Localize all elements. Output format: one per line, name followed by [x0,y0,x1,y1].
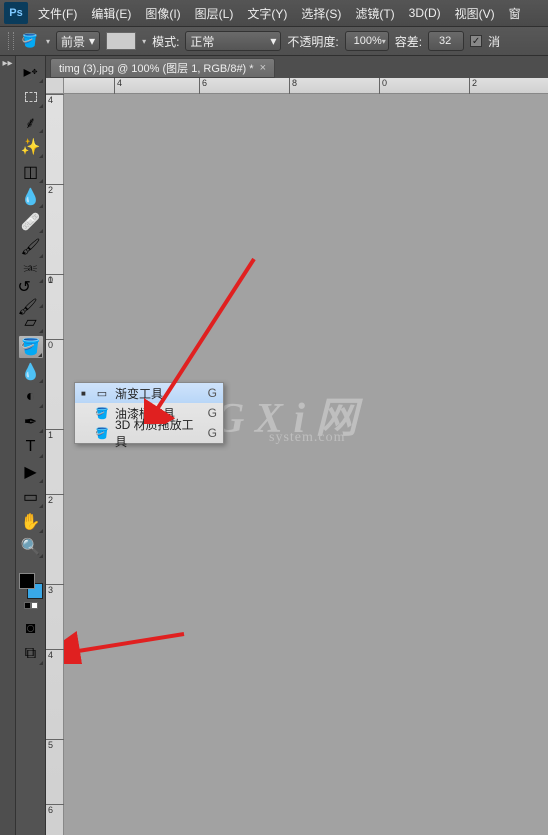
mode-select[interactable]: 正常 ▾ [185,31,281,51]
brush-tool[interactable]: 🖌 [18,235,44,259]
expand-icon[interactable]: ▸▸ [0,56,15,69]
chevron-down-icon: ▾ [382,37,386,46]
antialias-checkbox[interactable]: ✓ [470,35,482,47]
current-tool-icon: 🪣 [20,31,40,51]
tool-preset-dropdown[interactable]: ▾ [46,37,50,46]
menu-bar: Ps 文件(F) 编辑(E) 图像(I) 图层(L) 文字(Y) 选择(S) 滤… [0,0,548,26]
watermark-sub: system.com [269,430,346,446]
foreground-color[interactable] [19,573,35,589]
fill-select[interactable]: 前景 ▾ [56,31,100,51]
move-tool[interactable]: ▸✥ [18,60,44,84]
menu-layer[interactable]: 图层(L) [191,3,238,24]
menu-type[interactable]: 文字(Y) [243,3,291,24]
screen-mode[interactable]: ⧉ [18,642,44,666]
crop-tool[interactable]: ◫ [18,160,44,184]
menu-edit[interactable]: 编辑(E) [87,3,135,24]
options-bar: 🪣 ▾ 前景 ▾ ▾ 模式: 正常 ▾ 不透明度: 100%▾ 容差: 32 ✓… [0,26,548,56]
annotation-arrow [64,624,194,664]
blur-tool[interactable]: 💧 [18,360,44,384]
opacity-label: 不透明度: [287,33,338,50]
drag-handle[interactable] [8,32,14,50]
flyout-label: 渐变工具 [115,385,202,402]
chevron-down-icon: ▾ [270,34,276,48]
healing-brush-tool[interactable]: 🩹 [18,210,44,234]
flyout-shortcut: G [208,406,217,420]
hand-tool[interactable]: ✋ [18,510,44,534]
tab-bar: timg (3).jpg @ 100% (图层 1, RGB/8#) * × [46,56,548,78]
pattern-swatch[interactable] [106,32,136,50]
document-area: timg (3).jpg @ 100% (图层 1, RGB/8#) * × 4… [46,56,548,835]
ruler-horizontal[interactable]: 468024 [64,78,548,94]
menu-filter[interactable]: 滤镜(T) [351,3,398,24]
default-colors[interactable] [24,602,38,609]
gradient-icon: ▭ [95,387,109,400]
menu-select[interactable]: 选择(S) [297,3,345,24]
quick-mask[interactable]: ◙ [18,617,44,641]
active-dot-icon: ■ [81,389,89,398]
ruler-vertical[interactable]: 42010123456 [46,94,64,835]
flyout-shortcut: G [208,426,217,440]
menu-window[interactable]: 窗 [505,3,525,24]
lasso-tool[interactable]: ⸙ [18,110,44,134]
canvas[interactable]: G X i 网 system.com ■ ▭ 渐变工具 G 🪣 油漆桶工具 G [64,94,548,835]
dodge-tool[interactable]: ◐ [18,385,44,409]
chevron-down-icon: ▾ [89,34,95,48]
canvas-wrap: 468024 42010123456 G X i 网 system.com ■ … [46,78,548,835]
rectangle-tool[interactable]: ▭ [18,485,44,509]
mode-label: 模式: [152,33,179,50]
pen-tool[interactable]: ✒ [18,410,44,434]
menu-file[interactable]: 文件(F) [34,3,81,24]
eraser-tool[interactable]: ▱ [18,310,44,334]
panel-strip: ▸▸ [0,56,16,835]
flyout-3d-material[interactable]: 🪣 3D 材质拖放工具 G [75,423,223,443]
history-brush-tool[interactable]: ↺🖌 [18,285,44,309]
type-tool[interactable]: T [18,435,44,459]
workspace: ▸▸ ▸✥ ⸙ ✨ ◫ 💧 🩹 🖌 ⎃ ↺🖌 ▱ 🪣 💧 ◐ ✒ T ▶ ▭ ✋… [0,56,548,835]
mode-value: 正常 [190,33,214,50]
tolerance-label: 容差: [395,33,422,50]
path-select-tool[interactable]: ▶ [18,460,44,484]
tab-title: timg (3).jpg @ 100% (图层 1, RGB/8#) * [59,60,254,76]
marquee-tool[interactable] [18,85,44,109]
app-logo: Ps [4,2,28,24]
tool-flyout: ■ ▭ 渐变工具 G 🪣 油漆桶工具 G 🪣 3D 材质拖放工具 [74,382,224,444]
opacity-input[interactable]: 100%▾ [345,31,389,51]
material-icon: 🪣 [95,427,109,440]
bucket-icon: 🪣 [95,407,109,420]
flyout-gradient[interactable]: ■ ▭ 渐变工具 G [75,383,223,403]
flyout-shortcut: G [208,386,217,400]
toolbox: ▸✥ ⸙ ✨ ◫ 💧 🩹 🖌 ⎃ ↺🖌 ▱ 🪣 💧 ◐ ✒ T ▶ ▭ ✋ 🔍 … [16,56,46,835]
tolerance-input[interactable]: 32 [428,31,464,51]
document-tab[interactable]: timg (3).jpg @ 100% (图层 1, RGB/8#) * × [50,58,275,78]
fill-value: 前景 [61,33,85,50]
menu-view[interactable]: 视图(V) [451,3,499,24]
magic-wand-tool[interactable]: ✨ [18,135,44,159]
zoom-tool[interactable]: 🔍 [18,535,44,559]
ruler-origin[interactable] [46,78,64,94]
close-icon[interactable]: × [260,62,266,74]
menu-image[interactable]: 图像(I) [141,3,184,24]
flyout-label: 3D 材质拖放工具 [115,416,202,450]
antialias-label: 消 [488,33,500,50]
paint-bucket-tool[interactable]: 🪣 [18,335,44,359]
pattern-dropdown[interactable]: ▾ [142,37,146,46]
color-swatches[interactable] [18,572,44,600]
menu-3d[interactable]: 3D(D) [405,4,445,22]
eyedropper-tool[interactable]: 💧 [18,185,44,209]
